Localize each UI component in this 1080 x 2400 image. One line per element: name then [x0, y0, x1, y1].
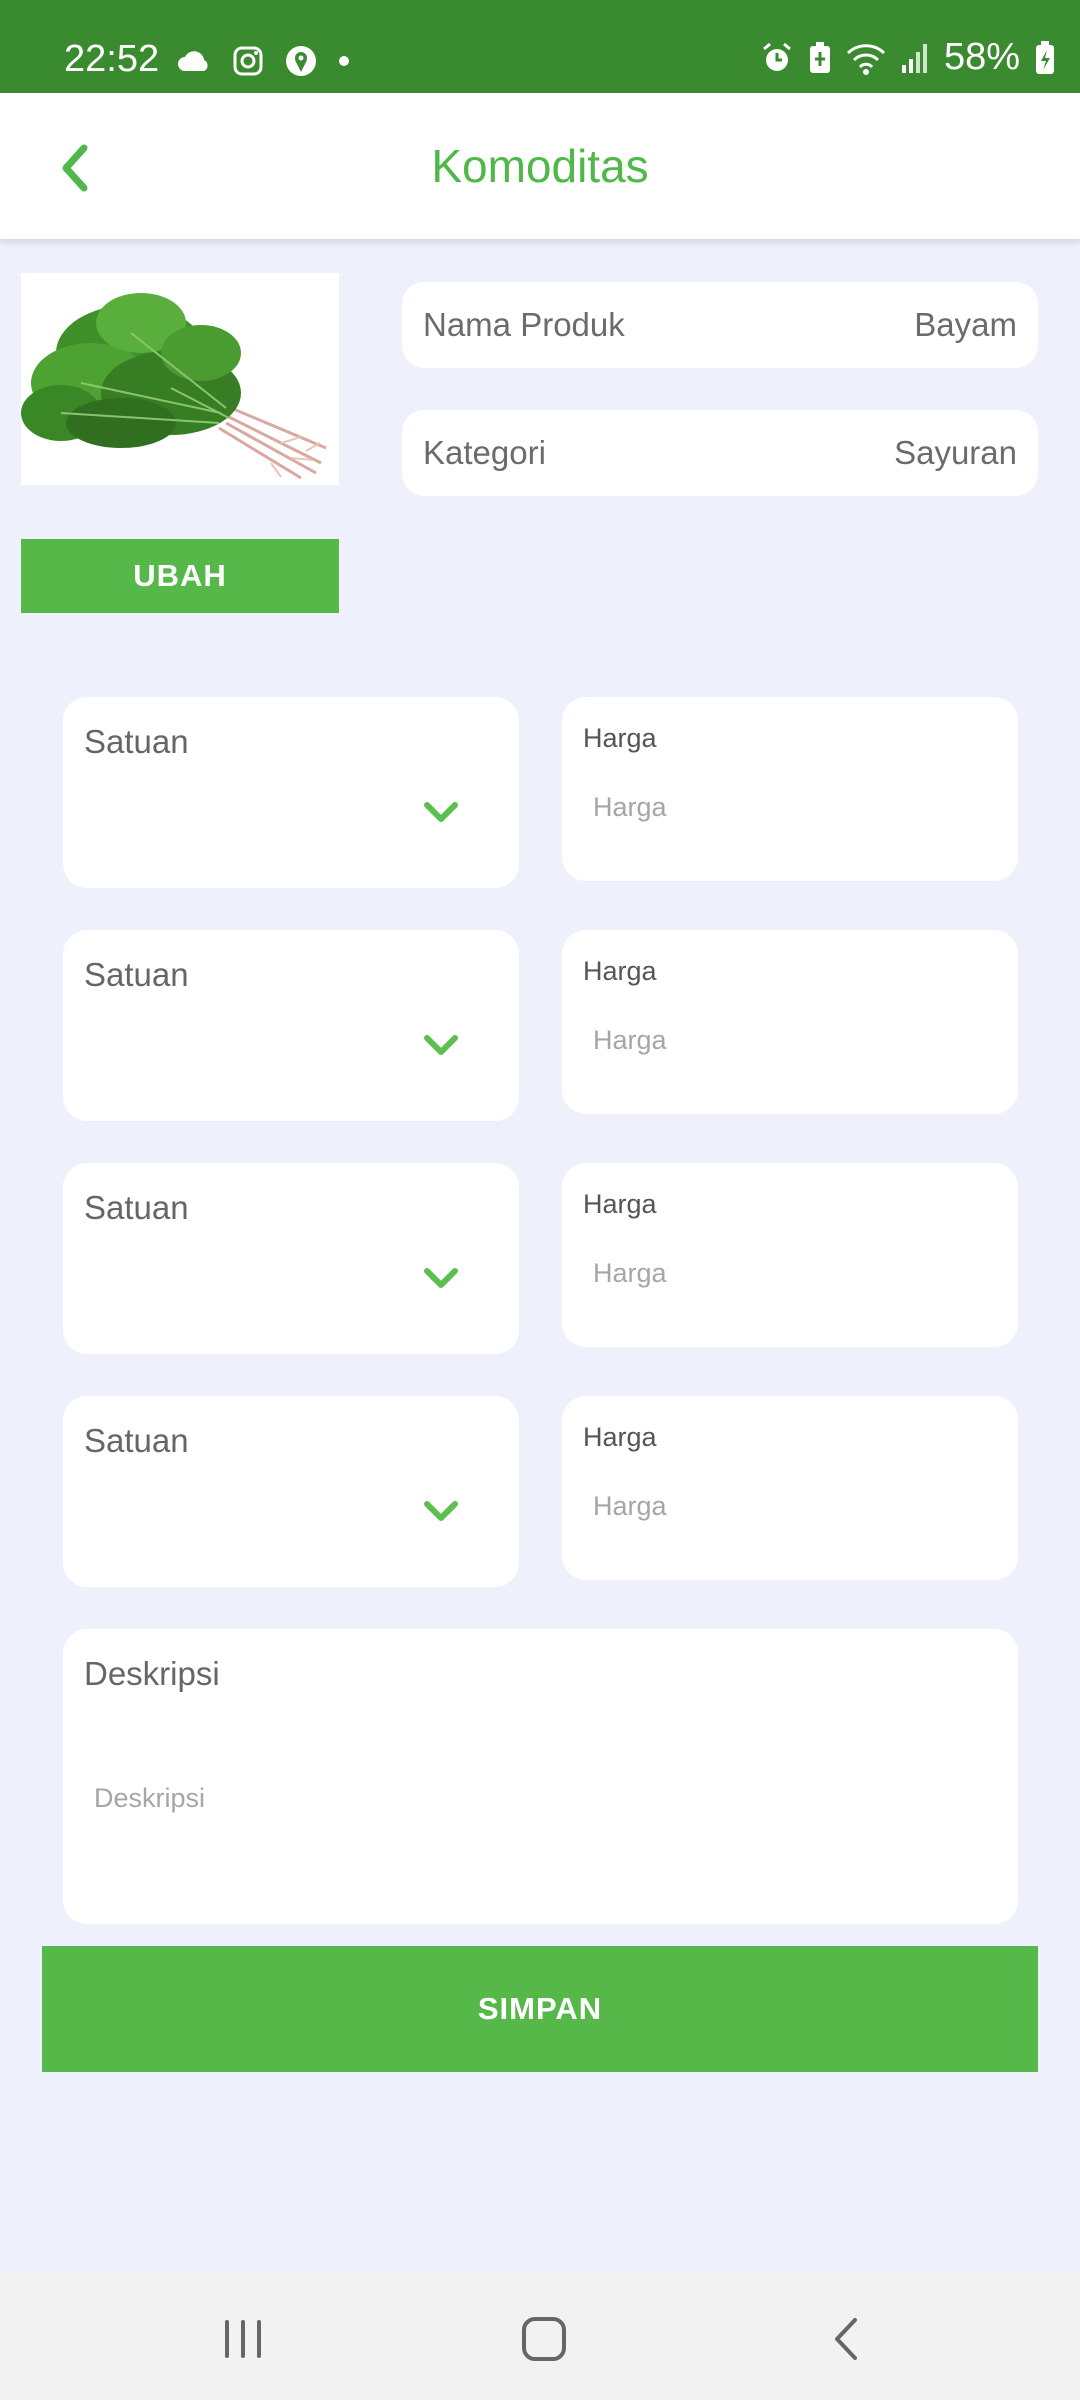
- signal-icon: [901, 43, 927, 73]
- instagram-icon: [233, 46, 263, 76]
- category-value: Sayuran: [894, 434, 1017, 471]
- back-icon[interactable]: [817, 2314, 877, 2364]
- unit-label: Satuan: [84, 1422, 189, 1459]
- product-name-value: Bayam: [914, 306, 1017, 343]
- spinach-bunch-image: [21, 273, 339, 485]
- price-input[interactable]: Harga Harga: [562, 1163, 1018, 1347]
- unit-label: Satuan: [84, 956, 189, 993]
- chevron-down-icon[interactable]: [421, 797, 461, 827]
- home-icon[interactable]: [514, 2314, 574, 2364]
- price-input[interactable]: Harga Harga: [562, 1396, 1018, 1580]
- price-placeholder: Harga: [593, 1258, 667, 1288]
- product-name-label: Nama Produk: [423, 306, 625, 343]
- description-placeholder: Deskripsi: [94, 1783, 206, 1813]
- alarm-icon: [762, 42, 791, 71]
- page-title: Komoditas: [431, 140, 649, 192]
- unit-dropdown[interactable]: Satuan: [63, 1396, 519, 1587]
- unit-label: Satuan: [84, 723, 189, 760]
- price-placeholder: Harga: [593, 1025, 667, 1055]
- battery-percent: 58%: [943, 36, 1020, 78]
- chevron-down-icon[interactable]: [421, 1496, 461, 1526]
- price-placeholder: Harga: [593, 1491, 667, 1521]
- description-input[interactable]: Deskripsi Deskripsi: [63, 1629, 1018, 1924]
- status-bar: 22:52 58%: [0, 0, 1080, 93]
- battery-icon: [1036, 40, 1054, 74]
- price-label: Harga: [583, 956, 657, 986]
- battery-saver-icon: [809, 41, 830, 73]
- price-placeholder: Harga: [593, 792, 667, 822]
- status-time: 22:52: [64, 38, 160, 80]
- recent-apps-icon[interactable]: [213, 2314, 273, 2364]
- chevron-down-icon[interactable]: [421, 1030, 461, 1060]
- price-label: Harga: [583, 1189, 657, 1219]
- system-nav-bar: [0, 2272, 1080, 2400]
- app-bar: Komoditas: [0, 93, 1080, 239]
- unit-dropdown[interactable]: Satuan: [63, 1163, 519, 1354]
- chevron-down-icon[interactable]: [421, 1263, 461, 1293]
- status-right-icons: 58%: [760, 36, 1056, 79]
- unit-label: Satuan: [84, 1189, 189, 1226]
- category-label: Kategori: [423, 434, 546, 471]
- wifi-icon: [846, 43, 885, 75]
- location-app-icon: [286, 46, 316, 76]
- unit-dropdown[interactable]: Satuan: [63, 697, 519, 888]
- save-button[interactable]: SIMPAN: [42, 1946, 1038, 2072]
- dot-icon: [339, 56, 349, 66]
- description-label: Deskripsi: [84, 1655, 220, 1692]
- price-input[interactable]: Harga Harga: [562, 697, 1018, 881]
- price-input[interactable]: Harga Harga: [562, 930, 1018, 1114]
- status-left-icons: [176, 44, 350, 78]
- change-image-button[interactable]: UBAH: [21, 539, 339, 613]
- unit-dropdown[interactable]: Satuan: [63, 930, 519, 1121]
- price-label: Harga: [583, 723, 657, 753]
- product-name-field[interactable]: Nama Produk Bayam: [402, 282, 1038, 368]
- cloud-icon: [178, 51, 208, 71]
- category-field[interactable]: Kategori Sayuran: [402, 410, 1038, 496]
- price-label: Harga: [583, 1422, 657, 1452]
